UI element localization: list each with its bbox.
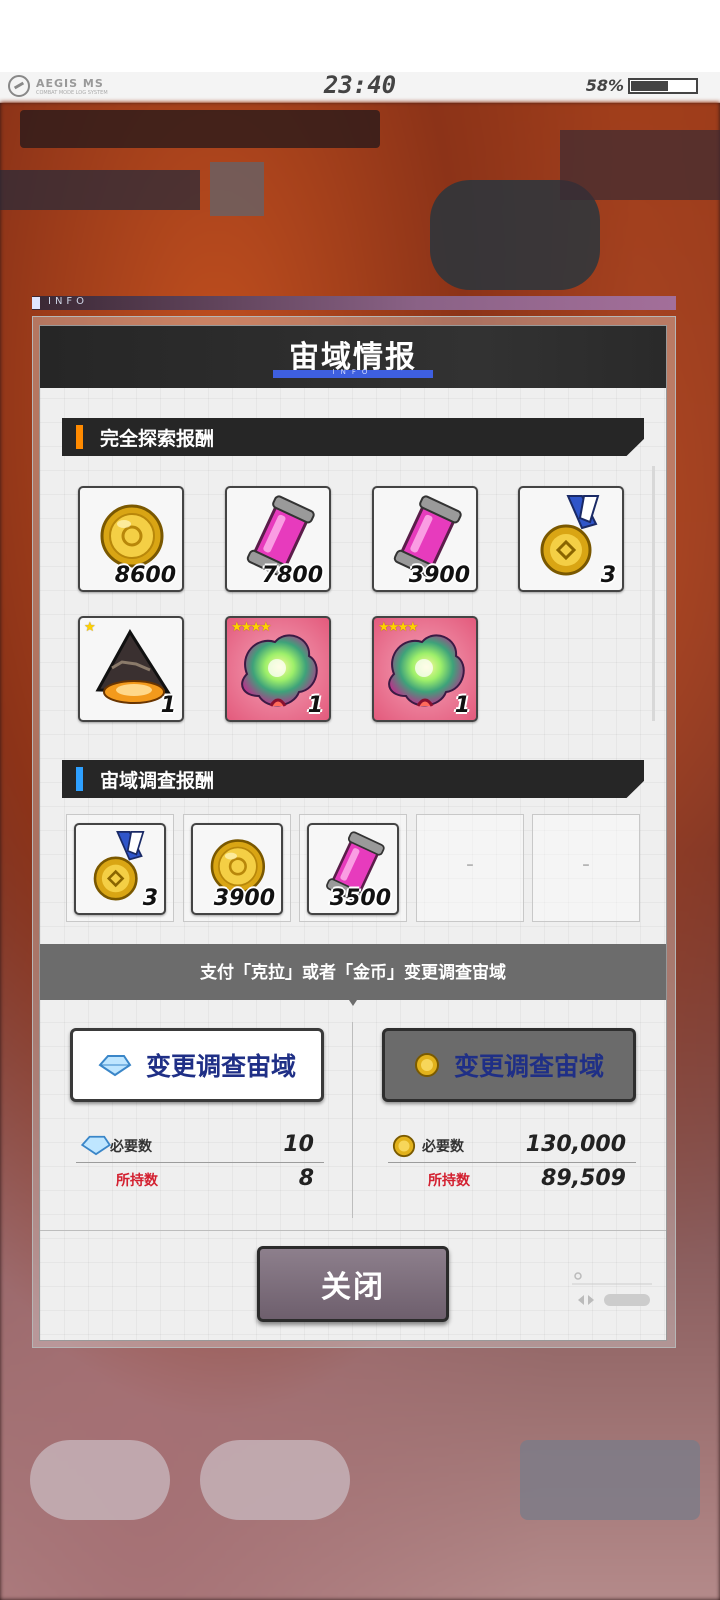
section-accent-bar <box>76 767 83 791</box>
battery-fill <box>631 81 669 91</box>
reward-item[interactable]: 3900 <box>372 486 478 592</box>
info-marker <box>32 297 40 309</box>
item-quantity: 1 <box>160 693 176 718</box>
change-sector-crystal-button[interactable]: 变更调查宙域 <box>70 1028 324 1102</box>
crystal-icon <box>80 1135 112 1156</box>
row-divider <box>76 1162 324 1163</box>
reward-scrollbar[interactable] <box>652 466 655 721</box>
top-blank-area <box>0 0 720 72</box>
close-label: 关闭 <box>321 1270 385 1305</box>
background-button <box>30 1440 170 1520</box>
empty-reward-slot: - <box>532 814 640 922</box>
status-bar: AEGIS MS COMBAT MODE LOG SYSTEM 23:40 58… <box>0 71 720 103</box>
section-header-survey: 宙域调查报酬 <box>62 760 644 798</box>
close-button[interactable]: 关闭 <box>257 1246 449 1322</box>
background-panel <box>20 110 380 148</box>
gold-owned-row: 所持数 89,509 <box>388 1166 636 1194</box>
reward-item[interactable]: 8600 <box>78 486 184 592</box>
rarity-stars: ★ <box>84 620 96 635</box>
crystal-owned-row: 所持数 8 <box>76 1166 324 1194</box>
dialog-subtitle: INFO <box>332 368 374 376</box>
reward-item[interactable]: ★★★★ 1 <box>225 616 331 722</box>
reward-item[interactable]: 3 <box>518 486 624 592</box>
reward-item[interactable]: ★★★★ 1 <box>372 616 478 722</box>
section-title: 完全探索报酬 <box>100 428 215 450</box>
item-quantity: 7800 <box>261 563 323 588</box>
footer-divider <box>40 1230 666 1231</box>
payment-prompt-band: 支付「克拉」或者「金币」变更调查宙域 <box>40 944 666 1000</box>
change-sector-label: 变更调查宙域 <box>453 1052 604 1081</box>
empty-slot-dash: - <box>582 852 590 877</box>
prompt-pointer <box>345 994 361 1006</box>
item-quantity: 3900 <box>408 563 470 588</box>
item-quantity: 1 <box>454 693 470 718</box>
section-accent-bar <box>76 425 83 449</box>
sector-info-dialog: 宙域情报 INFO 完全探索报酬 8600 7800 3900 3 ★ 1 ★★★★ 1 ★★★… <box>40 326 666 1340</box>
required-value: 130,000 <box>525 1132 626 1157</box>
reward-item[interactable]: 3900 <box>191 823 283 915</box>
reward-item[interactable]: 3500 <box>307 823 399 915</box>
rarity-stars: ★★★★ <box>231 620 272 635</box>
owned-value: 8 <box>298 1166 314 1191</box>
background-panel <box>210 162 264 216</box>
section-title: 宙域调查报酬 <box>100 770 215 792</box>
rarity-stars: ★★★★ <box>378 620 419 635</box>
background-button <box>520 1440 700 1520</box>
item-quantity: 3900 <box>213 886 275 911</box>
crystal-required-row: 必要数 10 <box>76 1132 324 1160</box>
item-quantity: 3 <box>142 886 158 911</box>
options-divider <box>352 1022 353 1218</box>
owned-label: 所持数 <box>428 1173 470 1189</box>
background-button <box>200 1440 350 1520</box>
payment-prompt: 支付「克拉」或者「金币」变更调查宙域 <box>200 963 506 983</box>
background-panel <box>560 130 720 200</box>
battery-percent: 58% <box>585 76 624 95</box>
row-divider <box>388 1162 636 1163</box>
required-label: 必要数 <box>422 1139 464 1155</box>
gold-coin-icon <box>392 1134 416 1158</box>
reward-item[interactable]: 3 <box>74 823 166 915</box>
info-label: INFO <box>48 296 89 307</box>
background-panel <box>0 170 200 210</box>
owned-label: 所持数 <box>116 1173 158 1189</box>
change-sector-gold-button[interactable]: 变更调查宙域 <box>382 1028 636 1102</box>
required-label: 必要数 <box>110 1139 152 1155</box>
owned-value: 89,509 <box>541 1166 626 1191</box>
item-quantity: 3 <box>600 563 616 588</box>
battery-icon <box>628 78 698 94</box>
item-quantity: 3500 <box>329 886 391 911</box>
reward-item[interactable]: 7800 <box>225 486 331 592</box>
item-quantity: 1 <box>307 693 323 718</box>
required-value: 10 <box>283 1132 314 1157</box>
item-quantity: 8600 <box>114 563 176 588</box>
section-header-full-exploration: 完全探索报酬 <box>62 418 644 456</box>
empty-slot-dash: - <box>466 852 474 877</box>
gold-coin-icon <box>414 1053 439 1077</box>
info-strip: INFO <box>32 296 676 310</box>
decorative-pagination-icon <box>572 1272 652 1306</box>
empty-reward-slot: - <box>416 814 524 922</box>
crystal-icon <box>98 1055 132 1077</box>
gold-required-row: 必要数 130,000 <box>388 1132 636 1160</box>
change-sector-label: 变更调查宙域 <box>145 1052 296 1081</box>
dialog-header: 宙域情报 INFO <box>40 326 666 388</box>
reward-item[interactable]: ★ 1 <box>78 616 184 722</box>
